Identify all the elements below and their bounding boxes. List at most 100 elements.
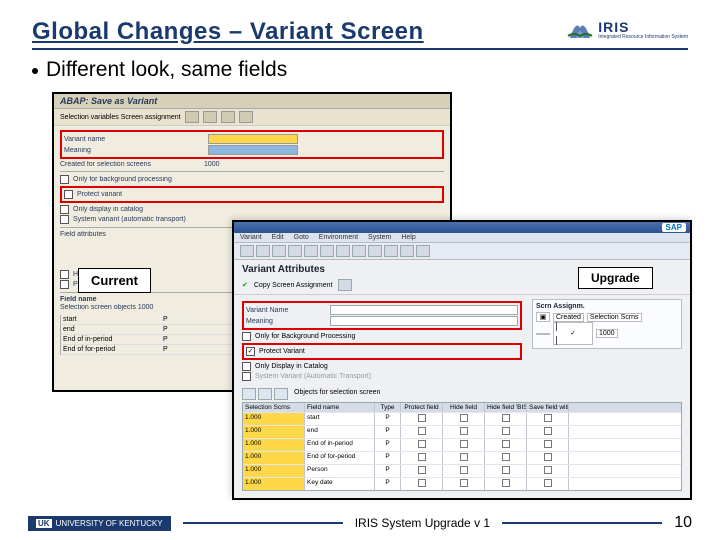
grid-toolbar: Objects for selection screen: [242, 386, 682, 402]
label-meaning: Meaning: [64, 147, 204, 154]
toolbar-button[interactable]: [221, 111, 235, 123]
toolbar-text: Selection variables Screen assignment: [60, 114, 181, 121]
shot2-menubar: Variant Edit Goto Environment System Hel…: [234, 233, 690, 243]
input-variant-name-2[interactable]: [330, 305, 518, 315]
grid-row: 1.000End of for-periodP: [243, 451, 681, 464]
logo-text: IRIS: [598, 19, 688, 35]
sa-col-scrns: Selection Scrns: [587, 313, 642, 322]
value-created: 1000: [204, 161, 220, 168]
footer-bar: [183, 522, 343, 524]
grid-row: 1.000startP: [243, 412, 681, 425]
grid-button[interactable]: [242, 388, 256, 400]
sa-expand[interactable]: ▣: [536, 312, 550, 322]
toolbar-button[interactable]: [203, 111, 217, 123]
sub-label: Copy Screen Assignment: [254, 282, 333, 289]
table-row: End of for-period: [61, 345, 161, 354]
grid-row: 1.000Key dateP: [243, 477, 681, 490]
label-bg-only-2: Only for Background Processing: [255, 333, 355, 340]
upgrade-callout: Upgrade: [578, 267, 653, 289]
uk-mark: UK: [36, 519, 52, 528]
input-meaning-2[interactable]: [330, 316, 518, 326]
label-protect: Protect variant: [77, 191, 217, 198]
icon-button[interactable]: [384, 245, 398, 257]
highlight-variant-name-2: Variant Name Meaning: [242, 301, 522, 330]
toolbar-button[interactable]: [239, 111, 253, 123]
label-bg-only: Only for background processing: [73, 176, 213, 183]
icon-button[interactable]: [352, 245, 366, 257]
checkbox[interactable]: [60, 280, 69, 289]
icon-button[interactable]: [336, 245, 350, 257]
sa-title: Scrn Assignm.: [536, 303, 678, 310]
highlight-protect-2: Protect Variant: [242, 343, 522, 360]
checkbox[interactable]: [64, 190, 73, 199]
label-catalog: Only display in catalog: [73, 206, 213, 213]
icon-button[interactable]: [256, 245, 270, 257]
toolbar-button[interactable]: [185, 111, 199, 123]
label-meaning-2: Meaning: [246, 318, 326, 325]
checkbox[interactable]: [242, 372, 251, 381]
checkbox[interactable]: [242, 332, 251, 341]
sa-check[interactable]: [536, 333, 550, 335]
checkbox[interactable]: [60, 175, 69, 184]
icon-button[interactable]: [288, 245, 302, 257]
page-number: 10: [674, 514, 692, 532]
input-variant-name[interactable]: [208, 134, 298, 144]
table-row: end: [61, 325, 161, 334]
grid-col: Hide field 'BIS': [485, 403, 527, 412]
logo-sub: Integrated Resource Information System: [598, 35, 688, 40]
shot1-toolbar: Selection variables Screen assignment: [54, 109, 450, 126]
icon-button[interactable]: [320, 245, 334, 257]
grid-row: 1.000PersonP: [243, 464, 681, 477]
grid-col: Save field without values: [527, 403, 569, 412]
icon-button[interactable]: [240, 245, 254, 257]
shot2-grid: Selection Scrns Field name Type Protect …: [242, 402, 682, 491]
bullet-icon: [32, 68, 38, 74]
shot2-iconbar: [234, 243, 690, 260]
menu-item[interactable]: Goto: [294, 234, 309, 241]
grid-row: 1.000endP: [243, 425, 681, 438]
menu-item[interactable]: Variant: [240, 234, 262, 241]
label-sysvar-2: System Variant (Automatic Transport): [255, 373, 371, 380]
icon-button[interactable]: [338, 279, 352, 291]
footer: UK UNIVERSITY OF KENTUCKY IRIS System Up…: [0, 514, 720, 532]
highlight-protect: Protect variant: [60, 186, 444, 203]
checkbox[interactable]: [60, 270, 69, 279]
menu-item[interactable]: System: [368, 234, 391, 241]
uk-text: UNIVERSITY OF KENTUCKY: [56, 519, 163, 528]
icon-button[interactable]: [400, 245, 414, 257]
grid-col: Field name: [305, 403, 375, 412]
grid-col: Hide field: [443, 403, 485, 412]
sap-badge: SAP: [662, 223, 686, 232]
table-row: End of in-period: [61, 335, 161, 344]
uk-badge: UK UNIVERSITY OF KENTUCKY: [28, 516, 171, 531]
checkbox-checked[interactable]: [246, 347, 255, 356]
grid-col: Selection Scrns: [243, 403, 305, 412]
menu-item[interactable]: Environment: [319, 234, 358, 241]
label-variant-name-2: Variant Name: [246, 307, 326, 314]
checkbox[interactable]: [60, 205, 69, 214]
shot2-titlebar: SAP: [234, 222, 690, 233]
label-sel-scr: Selection screen objects 1000: [60, 304, 200, 311]
checkbox[interactable]: [60, 215, 69, 224]
icon-button[interactable]: [416, 245, 430, 257]
page-title: Global Changes – Variant Screen: [32, 18, 424, 46]
grid-col: Protect field: [401, 403, 443, 412]
icon-button[interactable]: [304, 245, 318, 257]
icon-button[interactable]: [272, 245, 286, 257]
current-callout: Current: [78, 268, 151, 293]
label-catalog-2: Only Display in Catalog: [255, 363, 328, 370]
bullet-text: Different look, same fields: [46, 58, 287, 82]
checkbox[interactable]: [242, 362, 251, 371]
label-variant-name: Variant name: [64, 136, 204, 143]
grid-button[interactable]: [258, 388, 272, 400]
label-field-name: Field name: [60, 296, 200, 303]
grid-button[interactable]: [274, 388, 288, 400]
input-meaning[interactable]: [208, 145, 298, 155]
menu-item[interactable]: Edit: [272, 234, 284, 241]
menu-item[interactable]: Help: [401, 234, 415, 241]
objects-label: Objects for selection screen: [290, 388, 384, 400]
icon-button[interactable]: [368, 245, 382, 257]
footer-title: IRIS System Upgrade v 1: [355, 516, 490, 530]
footer-bar: [502, 522, 662, 524]
checkbox-checked[interactable]: [556, 322, 590, 345]
